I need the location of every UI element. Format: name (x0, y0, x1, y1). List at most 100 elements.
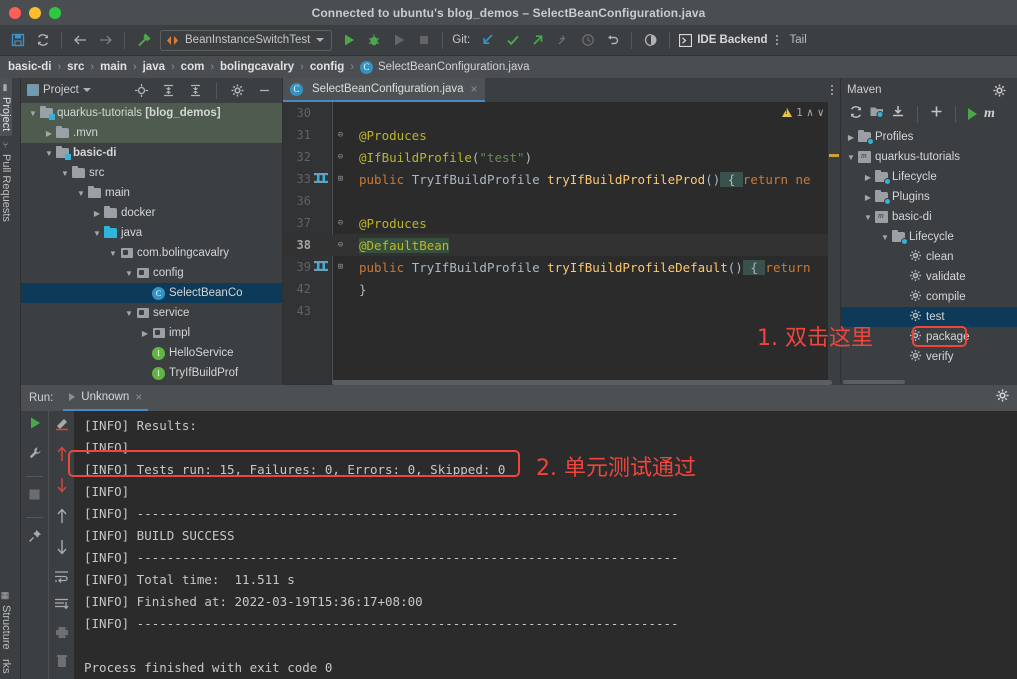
close-window-button[interactable] (9, 6, 21, 19)
breadcrumb-item-2[interactable]: main (100, 61, 127, 73)
tree-node[interactable]: ▼ config (21, 263, 282, 283)
soft-wrap-icon[interactable] (54, 570, 69, 588)
tree-node[interactable]: ▶ impl (21, 323, 282, 343)
locate-icon[interactable] (130, 79, 153, 102)
sync-icon[interactable] (31, 29, 54, 52)
inspection-widget[interactable]: 1 ∧ ∨ (782, 106, 824, 119)
rerun-icon[interactable] (28, 416, 42, 435)
run-icon[interactable] (968, 108, 977, 120)
search-everywhere-icon[interactable] (639, 29, 662, 52)
fold-expand-icon[interactable]: ⊞ (334, 262, 347, 272)
window-controls[interactable] (9, 0, 61, 25)
next-problem-icon[interactable]: ∨ (817, 106, 824, 119)
down-red-icon[interactable] (56, 477, 68, 498)
debug-icon[interactable] (362, 29, 385, 52)
tree-node[interactable]: ▶IHelloService (21, 343, 282, 363)
tree-node[interactable]: ▼ basic-di (21, 143, 282, 163)
breadcrumb-item-4[interactable]: com (181, 61, 205, 73)
gear-icon[interactable] (988, 79, 1011, 102)
breadcrumb-item-0[interactable]: basic-di (8, 61, 51, 73)
code-line[interactable]: 33 ⊞ public TryIfBuildProfile tryIfBuildPr… (283, 168, 840, 190)
rail-item-project[interactable]: ▮ Project (0, 78, 12, 137)
chevron-right-icon[interactable]: ▶ (862, 193, 874, 202)
editor-tab-selectbeanconfiguration[interactable]: C SelectBeanConfiguration.java × (283, 78, 485, 102)
tree-node[interactable]: ▶ITryIfBuildProf (21, 363, 282, 383)
chevron-down-icon[interactable]: ▼ (43, 149, 55, 158)
expand-all-icon[interactable] (157, 79, 180, 102)
chevron-down-icon[interactable]: ▼ (91, 229, 103, 238)
more-options-icon[interactable] (775, 35, 778, 45)
chevron-down-icon[interactable] (82, 88, 91, 92)
implemented-method-icon[interactable] (314, 260, 328, 275)
scroll-to-end-icon[interactable] (54, 598, 69, 616)
run-configuration-selector[interactable]: BeanInstanceSwitchTest (160, 29, 333, 51)
tree-node[interactable]: ▶ Profiles (841, 127, 1017, 147)
chevron-down-icon[interactable]: ▼ (845, 153, 857, 162)
settings-icon[interactable] (226, 79, 249, 102)
chevron-right-icon[interactable]: ▶ (862, 173, 874, 182)
chevron-down-icon[interactable] (316, 38, 325, 42)
highlight-icon[interactable] (55, 417, 69, 436)
breadcrumb-file[interactable]: SelectBeanConfiguration.java (378, 61, 530, 73)
project-tree[interactable]: ▼ quarkus-tutorials [blog_demos] ▶ .mvn ▼ bas… (21, 102, 282, 385)
rail-item-bookmarks[interactable]: rks (0, 654, 12, 679)
chevron-down-icon[interactable]: ▼ (879, 233, 891, 242)
hide-panel-icon[interactable] (253, 79, 276, 102)
tree-node[interactable]: ▼ java (21, 223, 282, 243)
collapse-all-icon[interactable] (184, 79, 207, 102)
code-line[interactable]: 39 ⊞ public TryIfBuildProfile tryIfBuildPr… (283, 256, 840, 278)
tree-node[interactable]: ▶ .mvn (21, 123, 282, 143)
code-line[interactable]: 30 (283, 102, 840, 124)
code-line[interactable]: 31 ⊖ @Produces (283, 124, 840, 146)
code-line[interactable]: 36 (283, 190, 840, 212)
git-commit-icon[interactable] (501, 29, 524, 52)
download-sources-icon[interactable] (891, 105, 905, 123)
code-line[interactable]: 42} (283, 278, 840, 300)
chevron-right-icon[interactable]: ▶ (845, 133, 857, 142)
chevron-down-icon[interactable]: ▼ (123, 269, 135, 278)
chevron-down-icon[interactable]: ▼ (27, 109, 39, 118)
chevron-right-icon[interactable]: ▶ (43, 129, 55, 138)
tree-node[interactable]: ▼ src (21, 163, 282, 183)
rail-item-pull-requests[interactable]: ⑂ Pull Requests (0, 136, 12, 227)
chevron-down-icon[interactable]: ▼ (107, 249, 119, 258)
prev-problem-icon[interactable]: ∧ (807, 106, 814, 119)
git-update-icon[interactable] (476, 29, 499, 52)
save-icon[interactable] (6, 29, 29, 52)
build-hammer-icon[interactable] (132, 29, 155, 52)
chevron-down-icon[interactable]: ▼ (123, 309, 135, 318)
implemented-method-icon[interactable] (314, 172, 328, 187)
back-arrow-icon[interactable] (69, 29, 92, 52)
code-line[interactable]: 38 ⊖ @DefaultBean (283, 234, 840, 256)
git-push-icon[interactable] (526, 29, 549, 52)
fold-collapse-icon[interactable]: ⊖ (334, 240, 347, 250)
breadcrumb-item-5[interactable]: bolingcavalry (220, 61, 294, 73)
tree-node[interactable]: ▼ Lifecycle (841, 227, 1017, 247)
git-rollback-icon[interactable] (601, 29, 624, 52)
tree-node[interactable]: ▶clean (841, 247, 1017, 267)
chevron-down-icon[interactable]: ▼ (862, 213, 874, 222)
breadcrumb-item-1[interactable]: src (67, 61, 84, 73)
code-line[interactable]: 43 (283, 300, 840, 322)
fold-collapse-icon[interactable]: ⊖ (334, 152, 347, 162)
fold-collapse-icon[interactable]: ⊖ (334, 218, 347, 228)
ide-backend-button[interactable]: IDE Backend (679, 33, 768, 47)
chevron-down-icon[interactable]: ▼ (59, 169, 71, 178)
tree-node[interactable]: ▶ Plugins (841, 187, 1017, 207)
tree-node[interactable]: ▼ quarkus-tutorials (841, 147, 1017, 167)
reload-icon[interactable] (849, 105, 863, 124)
rail-item-structure[interactable]: ▦ Structure (0, 586, 12, 655)
maven-m-icon[interactable]: m (984, 106, 995, 122)
run-tab-unknown[interactable]: Unknown × (63, 385, 149, 411)
breadcrumb-item-6[interactable]: config (310, 61, 345, 73)
up-red-icon[interactable] (56, 446, 68, 467)
up-icon[interactable] (56, 508, 68, 529)
fold-collapse-icon[interactable]: ⊖ (334, 130, 347, 140)
chevron-right-icon[interactable]: ▶ (139, 329, 151, 338)
add-icon[interactable] (930, 105, 943, 123)
close-icon[interactable]: × (135, 390, 142, 404)
editor-options-icon[interactable] (831, 85, 833, 95)
maven-horizontal-scrollbar[interactable] (843, 380, 905, 384)
run-icon[interactable] (337, 29, 360, 52)
tree-node[interactable]: ▶ docker (21, 203, 282, 223)
